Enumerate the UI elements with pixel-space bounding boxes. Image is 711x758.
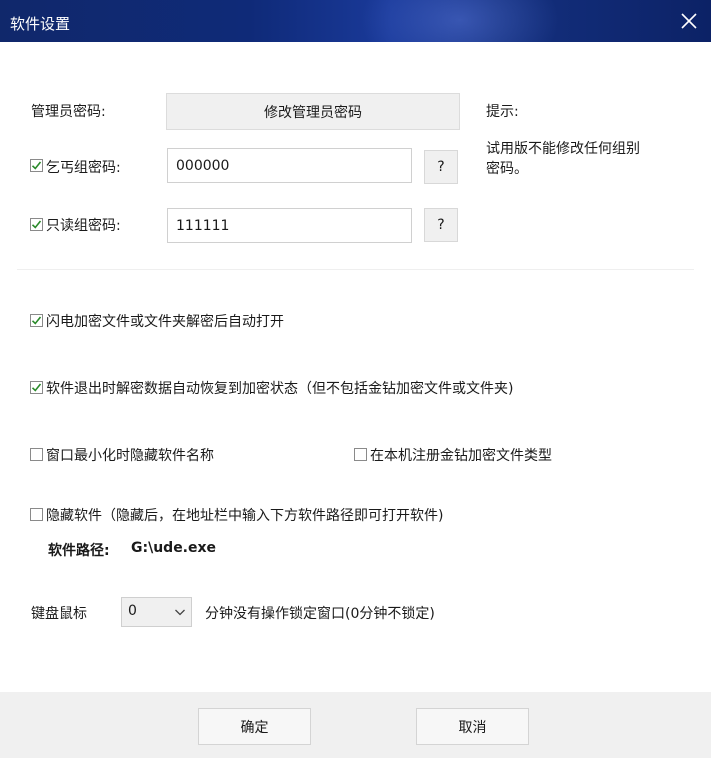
change-admin-password-button[interactable]: 修改管理员密码 bbox=[166, 93, 460, 130]
title-bar-glow bbox=[360, 0, 560, 42]
change-admin-password-label: 修改管理员密码 bbox=[264, 104, 362, 121]
hide-software-checkbox[interactable] bbox=[30, 508, 43, 521]
help-icon: ? bbox=[437, 159, 445, 175]
section-divider bbox=[17, 269, 694, 270]
check-icon bbox=[31, 316, 42, 325]
lock-minutes-value: 0 bbox=[128, 603, 137, 619]
register-type-checkbox[interactable] bbox=[354, 448, 367, 461]
hide-name-minimized-label: 窗口最小化时隐藏软件名称 bbox=[46, 448, 214, 464]
settings-dialog: 软件设置 管理员密码: 修改管理员密码 提示: 试用版不能修改任何组别 密码。 … bbox=[0, 0, 711, 758]
beggar-group-help-button[interactable]: ? bbox=[424, 150, 458, 184]
readonly-group-checkbox[interactable] bbox=[30, 218, 43, 231]
hide-software-label: 隐藏软件（隐藏后，在地址栏中输入下方软件路径即可打开软件) bbox=[46, 508, 444, 524]
lock-minutes-select[interactable]: 0 bbox=[121, 597, 192, 627]
cancel-button[interactable]: 取消 bbox=[416, 708, 529, 745]
chevron-down-icon bbox=[175, 609, 185, 616]
help-icon: ? bbox=[437, 217, 445, 233]
check-icon bbox=[31, 383, 42, 392]
admin-password-label: 管理员密码: bbox=[31, 104, 106, 120]
lock-suffix: 分钟没有操作锁定窗口(0分钟不锁定) bbox=[205, 606, 435, 622]
register-type-label: 在本机注册金钻加密文件类型 bbox=[370, 448, 552, 464]
title-bar[interactable]: 软件设置 bbox=[0, 0, 711, 42]
window-title: 软件设置 bbox=[10, 15, 71, 33]
flash-open-label: 闪电加密文件或文件夹解密后自动打开 bbox=[46, 314, 284, 330]
flash-open-checkbox[interactable] bbox=[30, 314, 43, 327]
software-path-value: G:\ude.exe bbox=[131, 540, 217, 556]
hint-text-line1: 试用版不能修改任何组别 bbox=[486, 141, 640, 157]
software-path-label: 软件路径: bbox=[48, 543, 110, 559]
check-icon bbox=[31, 220, 42, 229]
close-button[interactable] bbox=[675, 7, 703, 35]
readonly-group-password-input[interactable] bbox=[167, 208, 412, 243]
lock-label: 键盘鼠标 bbox=[31, 606, 87, 622]
readonly-group-label: 只读组密码: bbox=[46, 218, 121, 234]
restore-on-exit-label: 软件退出时解密数据自动恢复到加密状态（但不包括金钻加密文件或文件夹) bbox=[46, 381, 514, 397]
check-icon bbox=[31, 161, 42, 170]
hint-text-line2: 密码。 bbox=[486, 161, 528, 177]
beggar-group-checkbox[interactable] bbox=[30, 159, 43, 172]
close-icon bbox=[681, 13, 697, 29]
readonly-group-help-button[interactable]: ? bbox=[424, 208, 458, 242]
hint-title: 提示: bbox=[486, 104, 519, 120]
ok-button-label: 确定 bbox=[240, 719, 269, 736]
footer: 确定 取消 bbox=[0, 692, 711, 758]
hide-name-minimized-checkbox[interactable] bbox=[30, 448, 43, 461]
cancel-button-label: 取消 bbox=[458, 719, 487, 736]
beggar-group-label: 乞丐组密码: bbox=[46, 160, 121, 176]
restore-on-exit-checkbox[interactable] bbox=[30, 381, 43, 394]
ok-button[interactable]: 确定 bbox=[198, 708, 311, 745]
beggar-group-password-input[interactable] bbox=[167, 148, 412, 183]
